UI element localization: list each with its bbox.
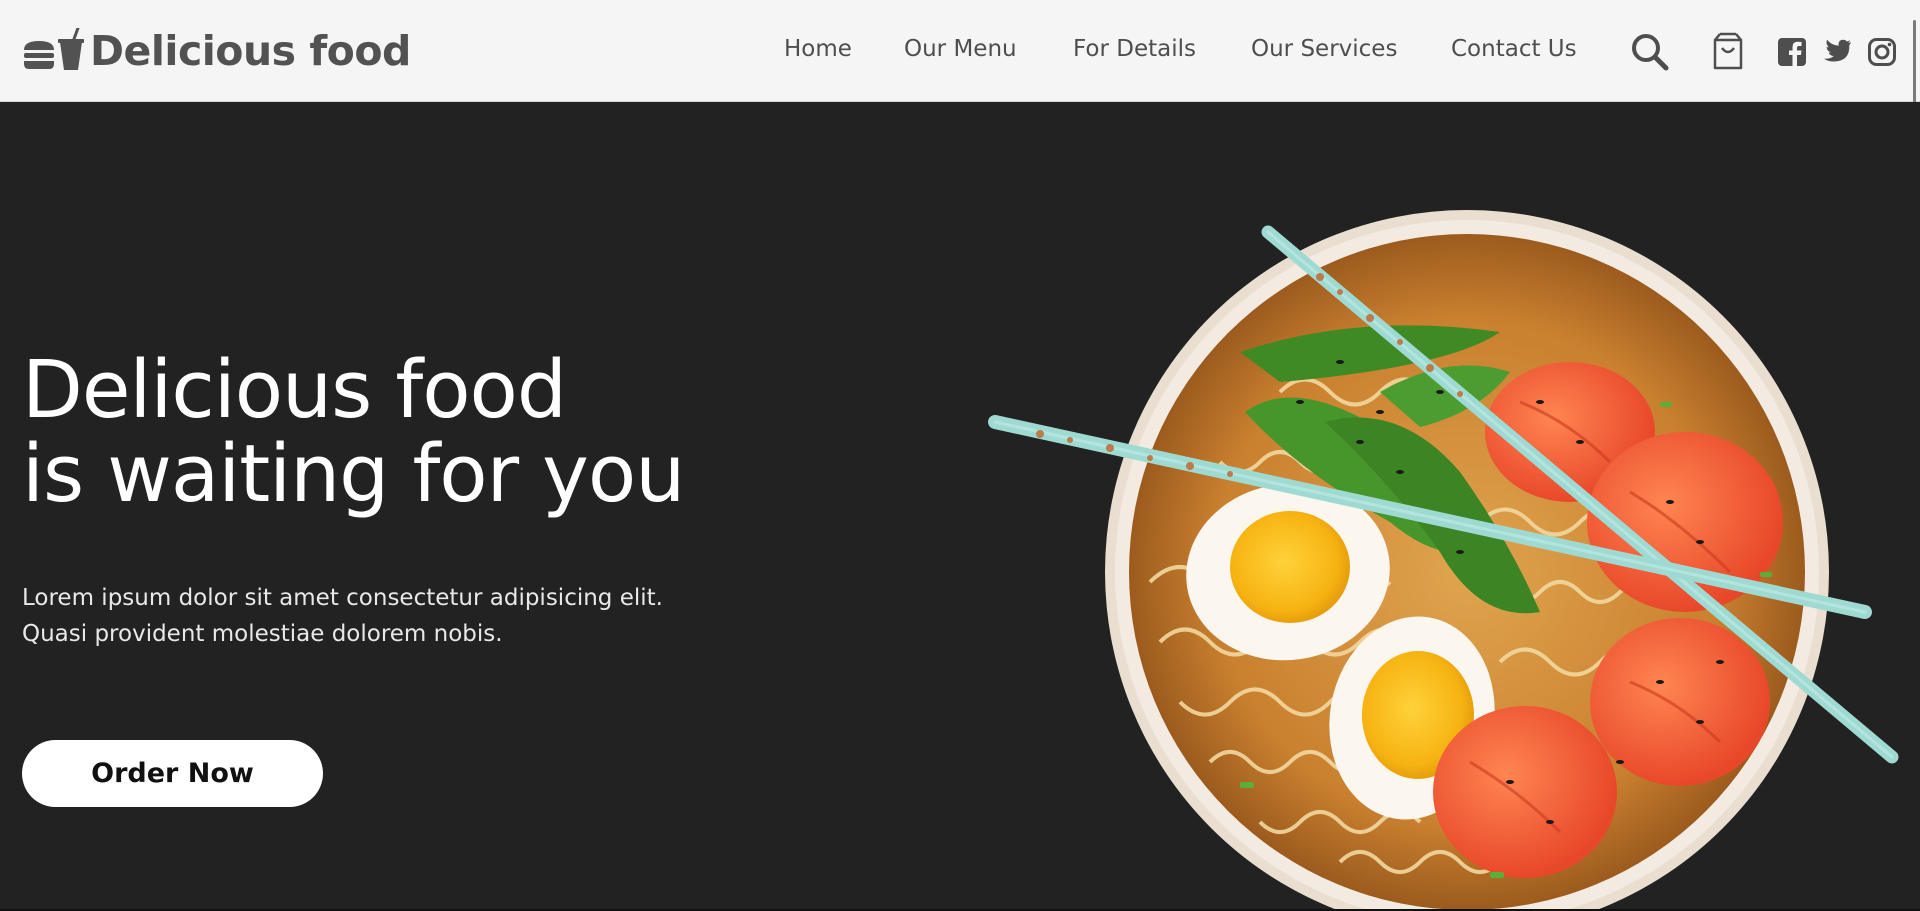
site-header: Delicious food Home Our Menu For Details… — [0, 0, 1920, 118]
nav-our-menu[interactable]: Our Menu — [904, 36, 1017, 62]
hero-description: Lorem ipsum dolor sit amet consectetur a… — [22, 580, 663, 652]
facebook-icon[interactable] — [1778, 38, 1806, 66]
hero-headline: Delicious food is waiting for you — [22, 344, 685, 520]
hero-headline-line-1: Delicious food — [22, 344, 567, 436]
ramen-bowl-image — [988, 210, 1899, 911]
nav-contact-us[interactable]: Contact Us — [1451, 36, 1577, 62]
hero-description-line-2: Quasi provident molestiae dolorem nobis. — [22, 621, 503, 647]
search-icon[interactable] — [1630, 32, 1670, 72]
hero-headline-line-2: is waiting for you — [22, 428, 685, 520]
burger-drink-icon — [24, 28, 84, 70]
order-now-button[interactable]: Order Now — [22, 740, 323, 807]
nav-home[interactable]: Home — [784, 36, 852, 62]
brand-name: Delicious food — [90, 27, 411, 75]
nav-our-services[interactable]: Our Services — [1251, 36, 1397, 62]
shopping-bag-icon[interactable] — [1712, 31, 1744, 71]
hero-description-line-1: Lorem ipsum dolor sit amet consectetur a… — [22, 585, 663, 611]
nav-for-details[interactable]: For Details — [1073, 36, 1196, 62]
instagram-icon[interactable] — [1868, 38, 1896, 66]
twitter-icon[interactable] — [1822, 39, 1852, 65]
brand-logo[interactable]: Delicious food — [22, 26, 411, 76]
hero-section: Delicious food is waiting for you Lorem … — [0, 102, 1920, 911]
